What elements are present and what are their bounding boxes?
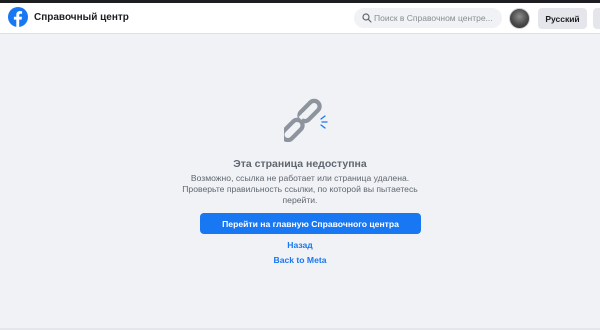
menu-button[interactable] (593, 8, 600, 29)
go-to-help-center-button[interactable]: Перейти на главную Справочного центра (200, 213, 421, 234)
main-content: Эта страница недоступна Возможно, ссылка… (0, 34, 600, 330)
language-button[interactable]: Русский (538, 8, 587, 29)
error-title: Эта страница недоступна (233, 158, 367, 170)
back-link[interactable]: Назад (0, 240, 600, 250)
top-header: Справочный центр Русский (0, 3, 600, 34)
error-description: Возможно, ссылка не работает или страниц… (182, 173, 418, 205)
back-to-meta-link[interactable]: Back to Meta (0, 255, 600, 265)
avatar[interactable] (509, 8, 530, 29)
search-input[interactable] (374, 10, 498, 26)
search-icon (362, 13, 372, 23)
broken-link-icon (284, 98, 328, 142)
facebook-logo-icon[interactable] (8, 7, 28, 27)
site-title[interactable]: Справочный центр (34, 12, 129, 23)
search-box[interactable] (354, 8, 502, 28)
